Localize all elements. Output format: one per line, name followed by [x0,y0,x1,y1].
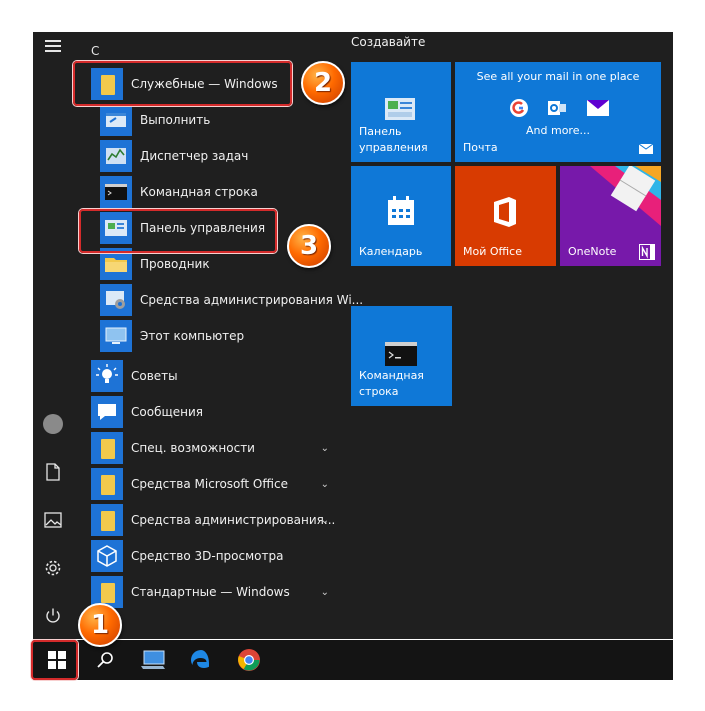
app-item-messages[interactable]: Сообщения [73,395,333,429]
mail-envelope-icon [639,144,653,154]
app-item-tips[interactable]: Советы [73,359,333,393]
outlook-icon [548,101,566,115]
messages-icon [91,396,123,428]
avatar [43,414,63,434]
google-icon [510,99,528,117]
app-item-run[interactable]: Выполнить [73,103,333,137]
tile-onenote[interactable]: OneNote [560,166,661,266]
pictures-icon[interactable] [41,508,65,532]
3d-viewer-icon [91,540,123,572]
hamburger-menu-icon[interactable] [41,34,65,58]
edge-icon [191,650,209,668]
tips-icon [91,360,123,392]
app-item-cmd[interactable]: Командная строка [73,175,333,209]
yahoo-mail-icon [587,100,609,116]
folder-icon [91,504,123,536]
tile-calendar[interactable]: Календарь [351,166,451,266]
chrome-icon [238,649,260,671]
section-letter[interactable]: С [91,44,99,58]
highlight-control-panel [79,209,277,253]
app-item-label: Этот компьютер [140,329,245,343]
tile-mail[interactable]: See all your mail in one place And more.… [455,62,661,162]
app-item-admin-tools[interactable]: Средства администрирования... ⌄ [73,503,336,537]
onenote-n-icon [639,244,655,260]
calendar-icon [388,196,414,225]
power-icon[interactable] [41,604,65,628]
start-rail [33,32,73,639]
chevron-down-icon[interactable]: ⌄ [321,443,329,454]
cmd-icon [385,342,417,366]
tile-my-office[interactable]: Мой Office [455,166,556,266]
cmd-icon [100,176,132,208]
app-item-label: Средства администрирования... [131,513,336,527]
taskbar-this-pc[interactable] [129,640,177,680]
mail-more: And more... [526,124,590,137]
app-list: С Служебные — Windows Выполнить Диспетче… [73,32,363,639]
highlight-sluzhebnye-windows [73,61,292,106]
app-item-label: Средство 3D-просмотра [131,549,284,563]
app-item-3d-viewer[interactable]: Средство 3D-просмотра [73,539,333,573]
app-item-label: Средства администрирования Wi... [140,293,364,307]
app-item-label: Спец. возможности [131,441,255,455]
app-item-label: Сообщения [131,405,204,419]
computer-icon [141,650,165,669]
chevron-down-icon[interactable]: ⌄ [321,515,329,526]
search-icon [97,652,113,668]
app-item-task-manager[interactable]: Диспетчер задач [73,139,333,173]
run-icon [100,104,132,136]
office-icon [494,197,516,227]
task-manager-icon [100,140,132,172]
taskbar-chrome[interactable] [225,640,273,680]
folder-icon [91,432,123,464]
app-item-label: Командная строка [140,185,258,199]
highlight-start-button [31,640,78,680]
tile-label: Командная строка [359,369,424,398]
app-item-label: Стандартные — Windows [131,585,290,599]
app-item-label: Выполнить [140,113,211,127]
chevron-down-icon[interactable]: ⌄ [321,587,329,598]
step-badge-2: 2 [301,61,345,105]
tile-label: OneNote [568,245,617,258]
app-item-label: Проводник [140,257,210,271]
tile-label: Почта [463,141,498,154]
tile-cmd[interactable]: Командная строка [351,306,452,406]
app-item-label: Советы [131,369,178,383]
tile-label: Календарь [359,245,423,258]
app-item-label: Диспетчер задач [140,149,249,163]
app-item-admin-tools-windows[interactable]: Средства администрирования Wi... [73,283,363,317]
taskbar-edge[interactable] [177,640,225,680]
start-menu: С Служебные — Windows Выполнить Диспетче… [33,32,673,639]
folder-icon [91,468,123,500]
this-pc-icon [100,320,132,352]
documents-icon[interactable] [41,460,65,484]
app-item-ms-office-tools[interactable]: Средства Microsoft Office ⌄ [73,467,333,501]
tile-control-panel[interactable]: Панель управления [351,62,451,162]
tile-group-title: Создавайте [351,35,426,49]
admin-tools-icon [100,284,132,316]
mail-headline: See all your mail in one place [476,70,640,83]
step-badge-1: 1 [78,603,122,647]
app-item-accessibility[interactable]: Спец. возможности ⌄ [73,431,333,465]
tile-label: Панель управления [359,125,428,154]
user-avatar-button[interactable] [41,412,65,436]
app-item-standard-windows[interactable]: Стандартные — Windows ⌄ [73,575,333,609]
taskbar [33,640,673,680]
control-panel-icon [385,98,415,120]
app-item-label: Средства Microsoft Office [131,477,288,491]
chevron-down-icon[interactable]: ⌄ [321,479,329,490]
settings-gear-icon[interactable] [41,556,65,580]
app-item-this-pc[interactable]: Этот компьютер [73,319,333,353]
tile-label: Мой Office [463,245,522,258]
step-badge-3: 3 [287,224,331,268]
